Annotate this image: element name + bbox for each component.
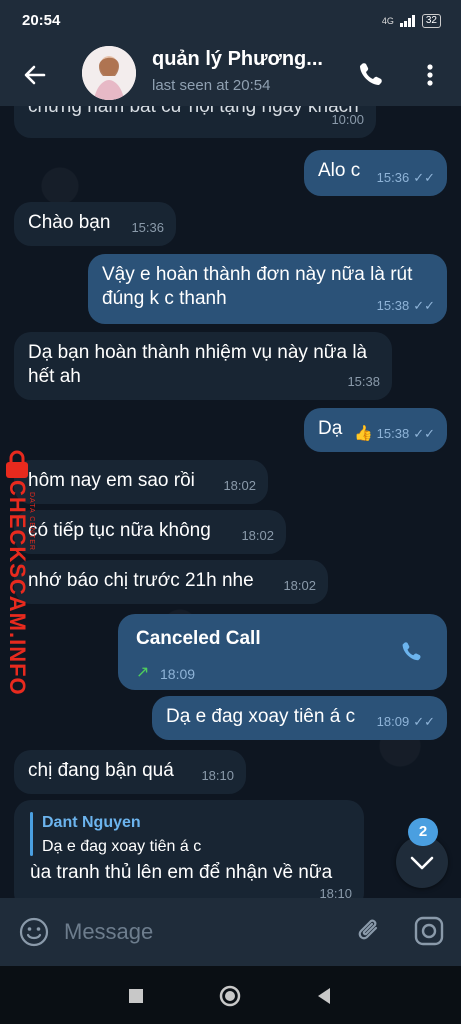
back-nav-icon[interactable] [310,982,338,1010]
message-time: 18:10 [319,886,352,898]
message-input[interactable] [64,916,334,948]
thumbs-up-emoji: 👍 [353,425,373,442]
message-time: 18:10 [201,768,234,783]
android-nav-bar [0,966,461,1024]
message-text-line1: Dạ bạn hoàn thành nhiệm vụ này nữa là [28,342,368,363]
message-time: 10:00 [331,112,364,127]
message-text: nhớ báo chị trước 21h nhe [28,570,254,591]
signal-icon [399,15,415,27]
message-text-line2: hết ah [28,366,81,387]
message-meta: 15:38 [347,369,380,394]
double-check-icon: ✓✓ [413,298,435,313]
last-seen-status: last seen at 20:54 [152,77,271,94]
watermark: CHECKSCAM.INFO DATA CENTER [0,450,40,696]
message-text: ùa tranh thủ lên em để nhận về nữa [30,862,333,883]
message-meta: 18:10 [319,881,352,898]
message-time: 18:02 [241,528,274,543]
message-meta: 👍 15:38 ✓✓ [354,421,435,446]
message-text: có tiếp tục nữa không [28,520,211,541]
call-bubble[interactable]: Canceled Call ↗ 18:09 [118,614,447,690]
message-bubble[interactable]: chứng nằm bất cứ nội tạng ngày khách 10:… [14,106,376,138]
message-meta: 18:02 [283,573,316,598]
message-text: chứng nằm bất cứ nội tạng ngày khách [28,106,359,117]
message-time: 18:02 [223,478,256,493]
chat-area[interactable]: chứng nằm bất cứ nội tạng ngày khách 10:… [0,106,461,898]
network-label: 4G [381,16,394,26]
battery-indicator: 32 [421,14,441,28]
message-time: 15:38 [376,426,410,441]
contact-name[interactable]: quản lý Phương... [152,48,323,71]
message-text: hôm nay em sao rồi [28,470,195,491]
message-bubble[interactable]: Alo c 15:36 ✓✓ [304,150,447,196]
message-time: 15:38 [376,298,410,313]
outgoing-arrow-icon: ↗ [136,664,150,681]
message-meta: 18:09 ✓✓ [377,709,435,734]
recent-apps-icon[interactable] [122,982,150,1010]
message-bubble[interactable]: chị đang bận quá 18:10 [14,750,246,794]
message-bubble[interactable]: Vậy e hoàn thành đơn này nữa là rút đúng… [88,254,447,324]
message-text: Dạ e đag xoay tiên á c [166,706,356,727]
reply-bar [30,812,33,856]
message-time: 18:09 [376,714,410,729]
avatar[interactable] [82,46,136,100]
reply-message-bubble[interactable]: Dant Nguyen Dạ e đag xoay tiên á c ùa tr… [14,800,364,898]
message-bubble[interactable]: Dạ bạn hoàn thành nhiệm vụ này nữa là hế… [14,332,392,400]
message-bubble[interactable]: hôm nay em sao rồi 18:02 [14,460,268,504]
message-bubble[interactable]: có tiếp tục nữa không 18:02 [14,510,286,554]
phone-call-icon[interactable] [352,58,386,92]
camera-icon[interactable] [412,914,446,948]
back-arrow-icon[interactable] [18,58,52,92]
call-time: 18:09 [160,666,196,682]
emoji-icon[interactable] [18,916,50,948]
message-meta: 15:36 ✓✓ [377,165,435,190]
status-time: 20:54 [22,12,61,29]
unread-badge: 2 [408,818,438,846]
reply-sender: Dant Nguyen [42,814,141,831]
message-input-bar [0,898,461,966]
message-meta: 15:38 ✓✓ [377,293,435,318]
double-check-icon: ✓✓ [413,714,435,729]
message-text: Chào bạn [28,212,111,233]
message-meta: 10:00 [331,107,364,132]
message-meta: 15:36 [131,215,164,240]
message-bubble[interactable]: Chào bạn 15:36 [14,202,176,246]
status-icons: 4G 32 [382,14,441,28]
watermark-brand: CHECKSCAM.INFO [5,480,30,696]
message-text-line2: đúng k c thanh [102,288,227,309]
more-menu-icon[interactable] [416,58,444,92]
call-title: Canceled Call [136,628,261,649]
chat-header: quản lý Phương... last seen at 20:54 [0,44,461,106]
message-time: 18:02 [283,578,316,593]
message-meta: 18:02 [223,473,256,498]
message-text: Alo c [318,160,361,181]
paperclip-icon[interactable] [352,914,386,948]
double-check-icon: ✓✓ [413,170,435,185]
message-time: 15:36 [376,170,410,185]
message-text: Dạ [318,418,343,439]
watermark-sub: DATA CENTER [28,492,35,551]
reply-text: Dạ e đag xoay tiên á c [42,838,202,855]
message-bubble[interactable]: nhớ báo chị trước 21h nhe 18:02 [14,560,328,604]
message-bubble[interactable]: Dạ 👍 15:38 ✓✓ [304,408,447,452]
message-meta: 18:02 [241,523,274,548]
message-text-line1: Vậy e hoàn thành đơn này nữa là rút [102,264,413,285]
message-time: 15:38 [347,374,380,389]
status-bar: 20:54 4G 32 [0,0,461,44]
message-bubble[interactable]: Dạ e đag xoay tiên á c 18:09 ✓✓ [152,696,447,740]
home-icon[interactable] [216,982,244,1010]
avatar-image [82,46,136,100]
message-text: chị đang bận quá [28,760,174,781]
lock-logo-icon [6,450,28,478]
message-meta: 18:10 [201,763,234,788]
double-check-icon: ✓✓ [413,426,435,441]
message-time: 15:36 [131,220,164,235]
phone-icon[interactable] [396,638,424,666]
